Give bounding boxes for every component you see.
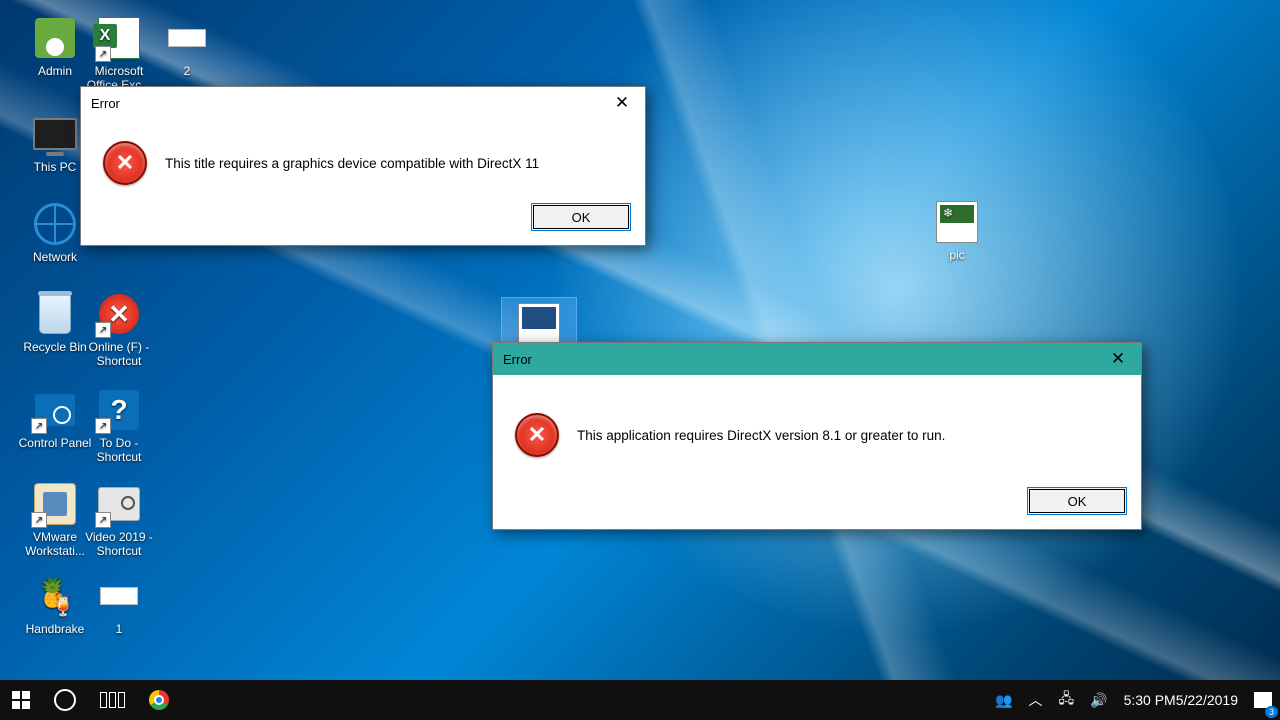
tray-notifications[interactable]: 3 bbox=[1246, 680, 1280, 720]
dialog-message: This application requires DirectX versio… bbox=[577, 428, 945, 443]
desktop-icon-file2[interactable]: 2 bbox=[150, 14, 224, 78]
ok-button[interactable]: OK bbox=[1027, 487, 1127, 515]
windows-logo-icon bbox=[12, 691, 30, 709]
shortcut-arrow-icon: ↗ bbox=[31, 418, 47, 434]
shortcut-arrow-icon: ↗ bbox=[95, 418, 111, 434]
file-icon bbox=[100, 587, 138, 605]
dialog-title: Error bbox=[503, 352, 532, 367]
error-dialog-dx81: Error ✕ ✕ This application requires Dire… bbox=[492, 342, 1142, 530]
image-file-icon bbox=[936, 201, 978, 243]
computer-icon bbox=[33, 118, 77, 150]
handbrake-icon bbox=[35, 576, 75, 616]
dialog-titlebar[interactable]: Error ✕ bbox=[493, 343, 1141, 375]
tray-volume[interactable]: 🔊 bbox=[1082, 680, 1115, 720]
desktop-icon-handbrake[interactable]: Handbrake bbox=[18, 572, 92, 636]
speaker-icon: 🔊 bbox=[1090, 692, 1107, 709]
icon-label: Online (F) - Shortcut bbox=[82, 340, 156, 368]
desktop[interactable]: Admin This PC Network Recycle Bin ↗ Cont… bbox=[0, 0, 1280, 680]
user-icon bbox=[35, 18, 75, 58]
tray-people[interactable]: 👥 bbox=[987, 680, 1020, 720]
tray-overflow[interactable]: ︿ bbox=[1021, 680, 1051, 720]
icon-label: 1 bbox=[82, 622, 156, 636]
dialog-message: This title requires a graphics device co… bbox=[165, 156, 539, 171]
notification-count: 3 bbox=[1265, 706, 1278, 718]
shortcut-arrow-icon: ↗ bbox=[95, 46, 111, 62]
clock-time: 5:30 PM bbox=[1124, 693, 1176, 707]
task-view-icon bbox=[100, 692, 125, 708]
desktop-icon-admin[interactable]: Admin bbox=[18, 14, 92, 78]
icon-label: 2 bbox=[150, 64, 224, 78]
icon-label: Admin bbox=[18, 64, 92, 78]
error-dialog-dx11: Error ✕ ✕ This title requires a graphics… bbox=[80, 86, 646, 246]
shortcut-arrow-icon: ↗ bbox=[31, 512, 47, 528]
desktop-icon-pic[interactable]: pic bbox=[920, 198, 994, 262]
icon-label: pic bbox=[920, 248, 994, 262]
task-view-button[interactable] bbox=[88, 680, 137, 720]
start-button[interactable] bbox=[0, 680, 42, 720]
icon-label: Video 2019 - Shortcut bbox=[82, 530, 156, 558]
ok-button[interactable]: OK bbox=[531, 203, 631, 231]
desktop-icon-todo[interactable]: ? ↗ To Do - Shortcut bbox=[82, 386, 156, 464]
chevron-up-icon: ︿ bbox=[1029, 690, 1043, 710]
desktop-icon-recycle-bin[interactable]: Recycle Bin bbox=[18, 290, 92, 354]
icon-label: Control Panel bbox=[18, 436, 92, 450]
desktop-icon-online-shortcut[interactable]: ✕ ↗ Online (F) - Shortcut bbox=[82, 290, 156, 368]
error-icon: ✕ bbox=[515, 413, 559, 457]
shortcut-arrow-icon: ↗ bbox=[95, 322, 111, 338]
close-icon: ✕ bbox=[615, 93, 629, 113]
icon-label: VMware Workstati... bbox=[18, 530, 92, 558]
desktop-icon-file1[interactable]: 1 bbox=[82, 572, 156, 636]
icon-label: Network bbox=[18, 250, 92, 264]
file-icon bbox=[168, 29, 206, 47]
tray-network[interactable]: 🖧 bbox=[1051, 680, 1083, 720]
close-button[interactable]: ✕ bbox=[599, 87, 645, 119]
system-tray: 👥 ︿ 🖧 🔊 5:30 PM 5/22/2019 3 bbox=[987, 680, 1280, 720]
close-button[interactable]: ✕ bbox=[1095, 343, 1141, 375]
dialog-titlebar[interactable]: Error ✕ bbox=[81, 87, 645, 119]
icon-label: Recycle Bin bbox=[18, 340, 92, 354]
desktop-icon-excel[interactable]: ↗ Microsoft Office Exc... bbox=[82, 14, 156, 92]
desktop-icon-video-shortcut[interactable]: ↗ Video 2019 - Shortcut bbox=[82, 480, 156, 558]
network-icon bbox=[34, 203, 76, 245]
people-icon: 👥 bbox=[995, 692, 1012, 709]
cortana-button[interactable] bbox=[42, 680, 88, 720]
icon-label: To Do - Shortcut bbox=[82, 436, 156, 464]
desktop-icon-vmware[interactable]: ↗ VMware Workstati... bbox=[18, 480, 92, 558]
taskbar-app-chrome[interactable] bbox=[137, 680, 181, 720]
cortana-icon bbox=[54, 689, 76, 711]
image-file-icon bbox=[518, 303, 560, 345]
recycle-bin-icon bbox=[39, 294, 71, 334]
dialog-title: Error bbox=[91, 96, 120, 111]
tray-clock[interactable]: 5:30 PM 5/22/2019 bbox=[1116, 680, 1246, 720]
taskbar: 👥 ︿ 🖧 🔊 5:30 PM 5/22/2019 3 bbox=[0, 680, 1280, 720]
icon-label: Handbrake bbox=[18, 622, 92, 636]
chrome-icon bbox=[149, 690, 169, 710]
close-icon: ✕ bbox=[1111, 349, 1125, 369]
desktop-icon-control-panel[interactable]: ↗ Control Panel bbox=[18, 386, 92, 450]
clock-date: 5/22/2019 bbox=[1176, 693, 1238, 707]
ethernet-icon: 🖧 bbox=[1059, 688, 1075, 712]
error-icon: ✕ bbox=[103, 141, 147, 185]
shortcut-arrow-icon: ↗ bbox=[95, 512, 111, 528]
